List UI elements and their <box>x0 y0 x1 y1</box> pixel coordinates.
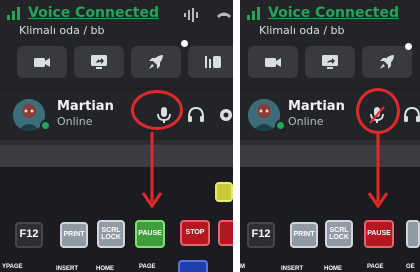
username: Martian <box>288 99 345 114</box>
key-ypage: YPAGE <box>2 264 23 270</box>
key-home: HOME <box>324 266 342 272</box>
disconnect-icon[interactable] <box>215 6 233 24</box>
key-f12: F12 <box>15 222 43 248</box>
camera-icon <box>265 58 281 67</box>
voice-action-buttons <box>17 40 233 78</box>
key-yellow <box>215 182 233 202</box>
key-scrl-lock: SCRL LOCK <box>325 220 353 248</box>
annotation-circle-mic <box>131 90 183 130</box>
discord-panel-after: Voice Connected Klimalı oda / bb Martian… <box>240 0 420 272</box>
online-status-dot <box>275 120 286 131</box>
soundboard-button[interactable] <box>188 46 233 78</box>
key-stop: STOP <box>180 220 210 246</box>
soundboard-icon <box>205 56 221 68</box>
key-page: PAGE <box>367 264 384 270</box>
screen-share-button[interactable] <box>305 46 355 78</box>
key-blue <box>178 260 208 272</box>
annotation-arrow <box>141 132 163 209</box>
activity-indicator-dot <box>405 43 412 50</box>
screen-share-button[interactable] <box>74 46 124 78</box>
camera-icon <box>34 58 50 67</box>
voice-top-icons <box>183 6 233 24</box>
settings-gear-icon[interactable] <box>216 105 233 125</box>
voice-channel-name: Klimalı oda / bb <box>259 24 345 37</box>
screen-share-icon <box>91 55 107 69</box>
camera-button[interactable] <box>17 46 67 78</box>
key-f12: F12 <box>247 222 275 248</box>
key-page: PAGE <box>139 264 156 270</box>
user-status: Online <box>57 115 93 128</box>
key-print: PRINT <box>60 222 88 248</box>
user-status: Online <box>288 115 324 128</box>
key-insert: INSERT <box>56 266 79 272</box>
headset-icon[interactable] <box>402 105 420 125</box>
discord-panel-before: Voice Connected Klimalı oda / bb Martian… <box>0 0 233 272</box>
online-status-dot <box>40 120 51 131</box>
rocket-icon <box>380 55 394 69</box>
voice-connected-link[interactable]: Voice Connected <box>28 5 159 21</box>
key-insert: INSERT <box>281 266 304 272</box>
voice-connection-panel: Voice Connected Klimalı oda / bb <box>240 0 420 88</box>
key-home: HOME <box>96 266 114 272</box>
key-print: PRINT <box>290 222 318 248</box>
username: Martian <box>57 99 114 114</box>
voice-status: Voice Connected <box>6 5 159 21</box>
signal-bars-icon <box>7 7 20 20</box>
activities-button[interactable] <box>131 40 188 78</box>
screen-share-icon <box>322 55 338 69</box>
key-m: M <box>240 264 245 270</box>
key-pause: PAUSE <box>135 220 165 248</box>
activities-button[interactable] <box>362 46 412 78</box>
annotation-circle-mic-muted <box>356 88 400 134</box>
voice-connected-link[interactable]: Voice Connected <box>268 5 399 21</box>
voice-connection-panel: Voice Connected Klimalı oda / bb <box>0 0 233 88</box>
keyboard-edge <box>240 145 420 167</box>
key-scrl-lock: SCRL LOCK <box>97 220 125 248</box>
key-red-edge <box>218 220 233 246</box>
user-panel: Martian Online <box>240 88 420 140</box>
voice-action-buttons <box>248 46 412 78</box>
headset-icon[interactable] <box>186 105 206 125</box>
annotation-arrow <box>367 132 389 209</box>
rocket-icon <box>149 55 163 69</box>
key-edge <box>406 220 420 248</box>
keyboard-edge <box>0 145 233 167</box>
camera-button[interactable] <box>248 46 298 78</box>
voice-status: Voice Connected <box>246 5 399 21</box>
soundboard-icon[interactable] <box>183 6 201 24</box>
user-panel: Martian Online <box>0 88 233 140</box>
activity-indicator-dot <box>181 40 188 47</box>
voice-channel-name: Klimalı oda / bb <box>19 24 105 37</box>
key-pause: PAUSE <box>364 220 394 248</box>
key-ge: GE <box>406 264 415 270</box>
signal-bars-icon <box>247 7 260 20</box>
